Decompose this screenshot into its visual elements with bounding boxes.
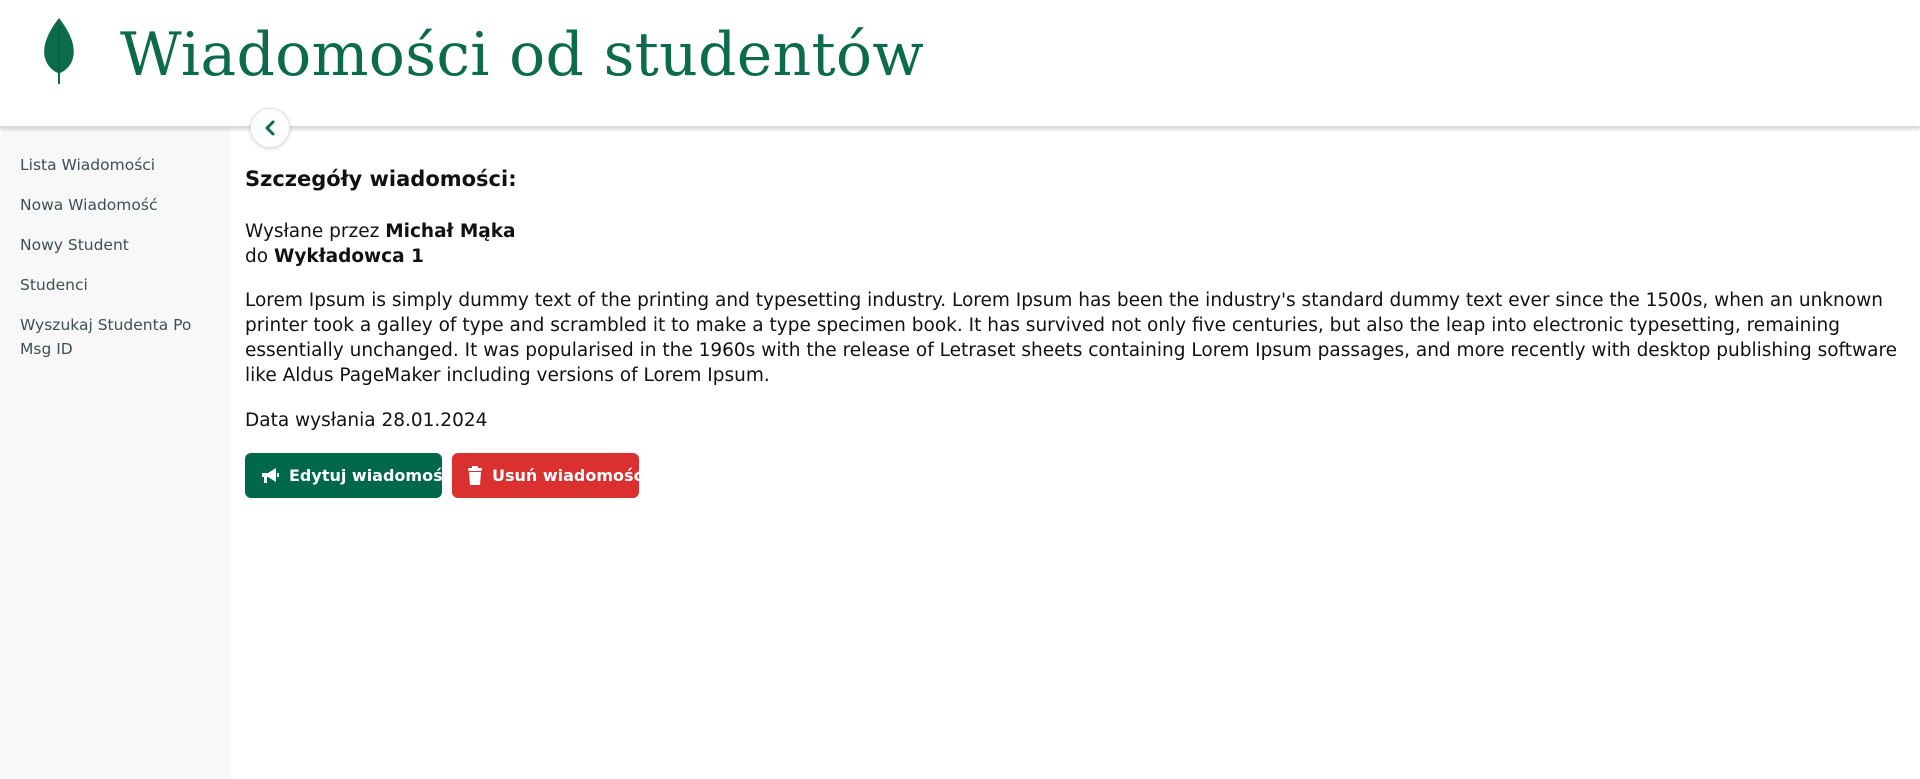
sent-by-line: Wysłane przez Michał Mąka <box>245 219 516 244</box>
sent-date: Data wysłania 28.01.2024 <box>245 408 487 433</box>
section-title: Szczegóły wiadomości: <box>245 167 517 191</box>
sidebar-nav: Lista Wiadomości Nowa Wiadomość Nowy Stu… <box>0 153 230 377</box>
sent-by-prefix: Wysłane przez <box>245 221 380 242</box>
sent-date-label: Data wysłania <box>245 410 376 431</box>
recipient-prefix: do <box>245 246 269 267</box>
sidebar-collapse-button[interactable] <box>250 108 290 148</box>
app-header: Wiadomości od studentów <box>0 0 1920 127</box>
trash-icon <box>467 465 483 486</box>
recipient-name: Wykładowca 1 <box>273 246 424 267</box>
leaf-icon <box>44 18 74 84</box>
recipient-line: do Wykładowca 1 <box>245 244 424 269</box>
megaphone-icon <box>260 466 280 486</box>
edit-message-button[interactable]: Edytuj wiadomość <box>245 453 452 498</box>
sidebar-item-lista-wiadomosci[interactable]: Lista Wiadomości <box>0 153 230 177</box>
delete-message-label: Usuń wiadomość <box>492 466 644 485</box>
edit-message-label: Edytuj wiadomość <box>289 466 453 485</box>
page-title: Wiadomości od studentów <box>120 20 924 90</box>
sidebar-item-nowa-wiadomosc[interactable]: Nowa Wiadomość <box>0 193 230 217</box>
sidebar-item-wyszukaj-studenta[interactable]: Wyszukaj Studenta Po Msg ID <box>0 313 230 361</box>
delete-message-button[interactable]: Usuń wiadomość <box>452 453 643 498</box>
sidebar: Lista Wiadomości Nowa Wiadomość Nowy Stu… <box>0 127 230 779</box>
sidebar-item-nowy-student[interactable]: Nowy Student <box>0 233 230 257</box>
sender-name: Michał Mąka <box>385 221 516 242</box>
sent-date-value: 28.01.2024 <box>381 410 488 431</box>
sidebar-item-studenci[interactable]: Studenci <box>0 273 230 297</box>
chevron-left-icon <box>265 120 275 136</box>
message-body: Lorem Ipsum is simply dummy text of the … <box>245 290 1898 386</box>
